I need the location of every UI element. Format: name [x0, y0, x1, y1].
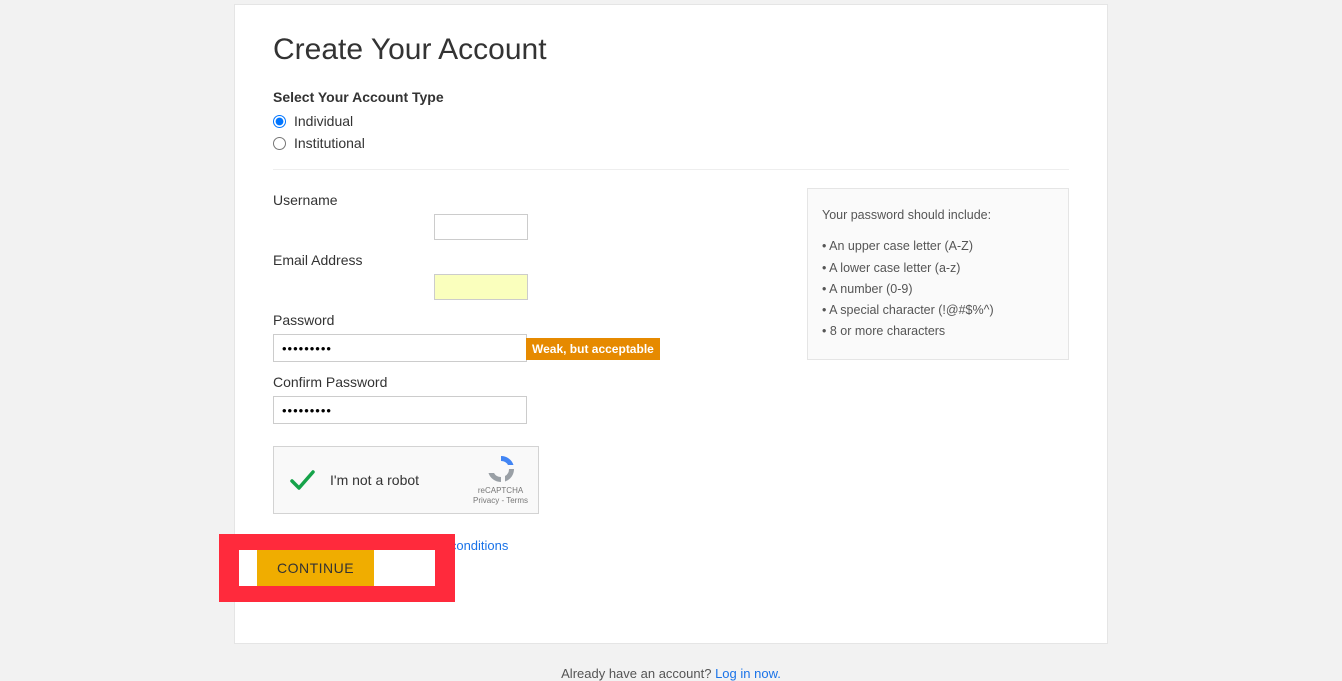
email-input[interactable]: [434, 274, 528, 300]
confirm-password-input[interactable]: [273, 396, 527, 424]
password-hint-item: A lower case letter (a-z): [822, 258, 1054, 279]
recaptcha-label: I'm not a robot: [330, 472, 419, 488]
radio-institutional-input[interactable]: [273, 137, 286, 150]
radio-individual[interactable]: Individual: [273, 113, 1069, 129]
password-strength-badge: Weak, but acceptable: [526, 338, 660, 360]
radio-institutional[interactable]: Institutional: [273, 135, 1069, 151]
password-hints-title: Your password should include:: [822, 205, 1054, 226]
recaptcha-branding: reCAPTCHA Privacy - Terms: [473, 454, 528, 505]
password-label: Password: [273, 312, 793, 328]
email-label: Email Address: [273, 252, 793, 268]
login-link[interactable]: Log in now.: [715, 666, 781, 681]
continue-highlight: CONTINUE: [219, 534, 455, 602]
password-hint-item: An upper case letter (A-Z): [822, 236, 1054, 257]
divider: [273, 169, 1069, 170]
radio-institutional-label: Institutional: [294, 135, 365, 151]
account-type-label: Select Your Account Type: [273, 89, 1069, 105]
continue-button[interactable]: CONTINUE: [257, 550, 374, 586]
password-hints-box: Your password should include: An upper c…: [807, 188, 1069, 360]
radio-individual-label: Individual: [294, 113, 353, 129]
footer-line: Already have an account? Log in now.: [0, 666, 1342, 681]
radio-individual-input[interactable]: [273, 115, 286, 128]
recaptcha-logo-icon: [473, 454, 528, 484]
password-hint-item: 8 or more characters: [822, 321, 1054, 342]
password-hint-item: A special character (!@#$%^): [822, 300, 1054, 321]
confirm-password-label: Confirm Password: [273, 374, 793, 390]
username-input[interactable]: [434, 214, 528, 240]
page-title: Create Your Account: [273, 33, 1069, 67]
password-input[interactable]: [273, 334, 527, 362]
username-label: Username: [273, 192, 793, 208]
footer-text: Already have an account?: [561, 666, 715, 681]
checkmark-icon: [288, 466, 316, 494]
recaptcha-legal-text: Privacy - Terms: [473, 496, 528, 506]
recaptcha-brand-text: reCAPTCHA: [473, 486, 528, 496]
password-hint-item: A number (0-9): [822, 279, 1054, 300]
recaptcha-widget[interactable]: I'm not a robot reCAPTCHA Privacy - Term…: [273, 446, 539, 514]
